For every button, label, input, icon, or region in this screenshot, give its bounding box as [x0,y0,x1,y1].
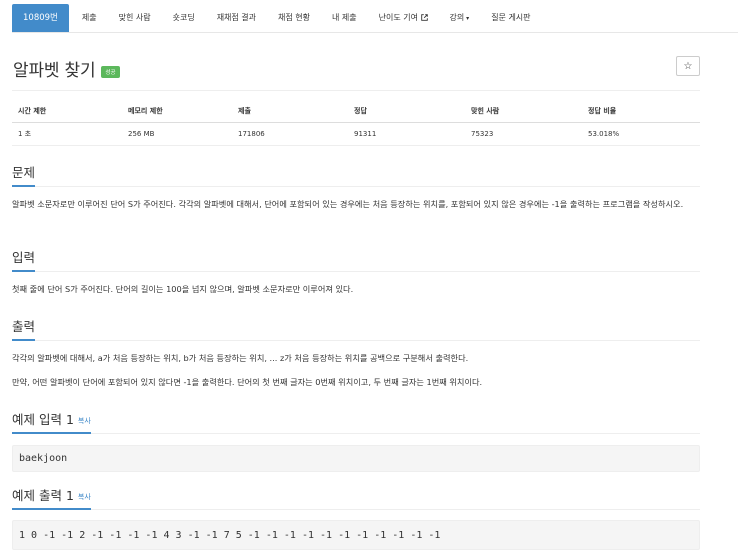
star-button[interactable]: ☆ [676,56,700,76]
heading-underline [12,508,91,510]
input-section: 입력 첫째 줄에 단어 S가 주어진다. 단어의 길이는 100을 넘지 않으며… [12,247,700,298]
sample-input-section: 예제 입력 1 복사 [12,409,700,434]
value-correct: 91311 [348,122,465,146]
heading-underline [12,270,36,272]
nav-difficulty-label: 난이도 기여 [378,13,418,22]
status-badge: 성공 [101,66,120,78]
nav-rejudge-results[interactable]: 재채점 결과 [206,4,267,32]
sample-input-box: baekjoon [12,445,700,472]
value-solved-users: 75323 [465,122,582,146]
value-correct-ratio: 53.018% [582,122,700,146]
output-description-1: 각각의 알파벳에 대해서, a가 처음 등장하는 위치, b가 처음 등장하는 … [12,353,469,363]
section-divider [12,509,700,510]
problem-description: 알파벳 소문자로만 이루어진 단어 S가 주어진다. 각각의 알파벳에 대해서,… [12,199,684,209]
header-solved-users: 맞힌 사람 [465,100,582,123]
input-description: 첫째 줄에 단어 S가 주어진다. 단어의 길이는 100을 넘지 않으며, 알… [12,284,354,294]
problem-nav: 10809번 제출 맞힌 사람 숏코딩 재채점 결과 채점 현황 내 제출 난이… [12,4,738,33]
nav-solved-users[interactable]: 맞힌 사람 [108,4,162,32]
nav-difficulty-contribution[interactable]: 난이도 기여 [368,4,439,32]
heading-underline [12,432,91,434]
nav-lectures[interactable]: 강의 ▾ [439,4,481,32]
title-divider [12,90,700,91]
section-divider [12,340,700,341]
nav-qna-board[interactable]: 질문 게시판 [480,4,541,32]
nav-lectures-label: 강의 [449,13,465,22]
sample-input-heading-text: 예제 입력 1 [12,412,74,427]
header-correct-ratio: 정답 비율 [582,100,700,123]
nav-my-submissions[interactable]: 내 제출 [321,4,368,32]
input-heading: 입력 [12,247,36,272]
nav-judge-status[interactable]: 채점 현황 [267,4,321,32]
problem-section: 문제 알파벳 소문자로만 이루어진 단어 S가 주어진다. 각각의 알파벳에 대… [12,162,700,213]
table-row: 1 초 256 MB 171806 91311 75323 53.018% [12,122,700,146]
output-section: 출력 각각의 알파벳에 대해서, a가 처음 등장하는 위치, b가 처음 등장… [12,316,700,391]
problem-heading-text: 문제 [12,165,36,180]
value-memory-limit: 256 MB [122,122,232,146]
caret-down-icon: ▾ [464,15,470,22]
output-description-2: 만약, 어떤 알파벳이 단어에 포함되어 있지 않다면 -1을 출력한다. 단어… [12,377,483,387]
table-header-row: 시간 제한 메모리 제한 제출 정답 맞힌 사람 정답 비율 [12,100,700,123]
star-icon: ☆ [683,60,693,72]
input-heading-text: 입력 [12,250,36,265]
copy-sample-output-button[interactable]: 복사 [78,493,91,501]
sample-output-heading: 예제 출력 1 복사 [12,485,91,510]
external-link-icon [418,13,428,22]
section-divider [12,433,700,434]
heading-underline [12,185,36,187]
problem-header: 알파벳 찾기 성공 [13,55,700,81]
header-correct: 정답 [348,100,465,123]
output-heading: 출력 [12,316,36,341]
nav-short-coding[interactable]: 숏코딩 [162,4,206,32]
header-submissions: 제출 [232,100,348,123]
copy-sample-input-button[interactable]: 복사 [78,417,91,425]
section-divider [12,271,700,272]
problem-heading: 문제 [12,162,36,187]
header-time-limit: 시간 제한 [12,100,122,123]
sample-output-box: 1 0 -1 -1 2 -1 -1 -1 -1 4 3 -1 -1 7 5 -1… [12,520,700,550]
sample-output-heading-text: 예제 출력 1 [12,488,74,503]
header-memory-limit: 메모리 제한 [122,100,232,123]
nav-problem-id[interactable]: 10809번 [12,4,69,32]
value-time-limit: 1 초 [12,122,122,146]
value-submissions: 171806 [232,122,348,146]
section-divider [12,186,700,187]
sample-output-section: 예제 출력 1 복사 [12,485,700,510]
heading-underline [12,339,36,341]
output-heading-text: 출력 [12,319,36,334]
nav-submit[interactable]: 제출 [71,4,108,32]
problem-title: 알파벳 찾기 [13,60,96,81]
sample-input-heading: 예제 입력 1 복사 [12,409,91,434]
problem-info-table: 시간 제한 메모리 제한 제출 정답 맞힌 사람 정답 비율 1 초 256 M… [12,100,700,146]
